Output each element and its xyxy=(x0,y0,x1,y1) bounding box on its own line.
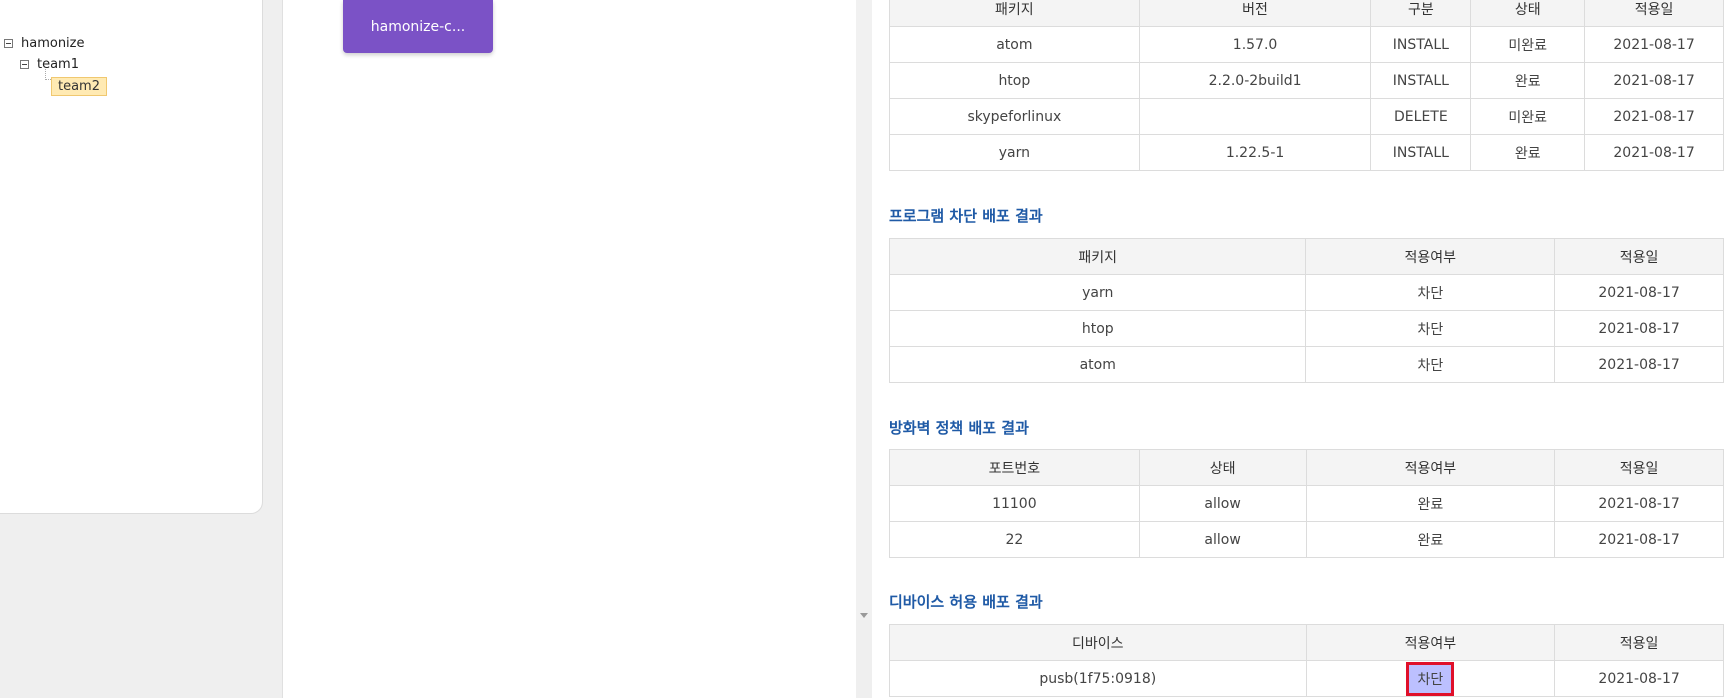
table-cell: allow xyxy=(1138,521,1307,558)
table-cell: atom xyxy=(889,26,1140,63)
column-header: 상태 xyxy=(1138,449,1307,486)
table-cell: 미완료 xyxy=(1470,98,1586,135)
table-cell: yarn xyxy=(889,134,1140,171)
column-header: 버전 xyxy=(1138,0,1372,27)
column-header: 상태 xyxy=(1470,0,1586,27)
table-cell: 22 xyxy=(889,521,1140,558)
table-cell: 차단 xyxy=(1305,660,1556,697)
table-cell: skypeforlinux xyxy=(889,98,1140,135)
table-row: pusb(1f75:0918) 차단 2021-08-17 xyxy=(889,660,1724,697)
tree-node-label[interactable]: team1 xyxy=(37,57,79,72)
pc-card-label: hamonize-c... xyxy=(370,18,466,35)
table-header-row: 디바이스 적용여부 적용일 xyxy=(889,624,1724,661)
table-cell: 2021-08-17 xyxy=(1554,660,1724,697)
column-header: 적용여부 xyxy=(1305,624,1556,661)
table-cell: 2021-08-17 xyxy=(1554,485,1724,522)
table-cell: 2021-08-17 xyxy=(1554,274,1724,311)
table-cell: 미완료 xyxy=(1470,26,1586,63)
column-header: 포트번호 xyxy=(889,449,1140,486)
column-header: 적용일 xyxy=(1554,238,1724,275)
table-cell: 11100 xyxy=(889,485,1140,522)
table-cell: DELETE xyxy=(1370,98,1472,135)
tree-node-hamonize[interactable]: hamonize xyxy=(4,36,85,51)
block-result-table: 패키지 적용여부 적용일 yarn 차단 2021-08-17 htop 차단 2021-08… xyxy=(888,238,1724,383)
collapse-icon[interactable] xyxy=(20,60,29,69)
table-header-row: 포트번호 상태 적용여부 적용일 xyxy=(889,449,1724,486)
device-result-table: 디바이스 적용여부 적용일 pusb(1f75:0918) 차단 2021-08-17 xyxy=(889,624,1724,697)
tree-node-team2[interactable]: team2 xyxy=(51,77,107,96)
column-header: 디바이스 xyxy=(889,624,1307,661)
table-cell: pusb(1f75:0918) xyxy=(889,660,1307,697)
table-cell: INSTALL xyxy=(1370,26,1472,63)
table-row: yarn 차단 2021-08-17 xyxy=(888,274,1724,311)
tree-node-label[interactable]: hamonize xyxy=(21,36,85,51)
section-title-firewall: 방화벽 정책 배포 결과 xyxy=(889,419,1029,437)
column-header: 패키지 xyxy=(888,238,1307,275)
column-header: 적용일 xyxy=(1554,449,1724,486)
pc-list-panel xyxy=(282,0,856,698)
table-row: skypeforlinux DELETE 미완료 2021-08-17 xyxy=(889,98,1724,135)
column-header: 적용일 xyxy=(1554,624,1724,661)
table-cell: 2021-08-17 xyxy=(1584,134,1724,171)
table-row: 11100 allow 완료 2021-08-17 xyxy=(889,485,1724,522)
table-cell: atom xyxy=(888,346,1307,383)
column-header: 적용여부 xyxy=(1305,238,1556,275)
table-row: atom 1.57.0 INSTALL 미완료 2021-08-17 xyxy=(889,26,1724,63)
table-header-row: 패키지 버전 구분 상태 적용일 xyxy=(889,0,1724,27)
highlighted-status-value: 차단 xyxy=(1406,661,1455,696)
table-cell: 완료 xyxy=(1470,62,1586,99)
column-header: 적용일 xyxy=(1584,0,1724,27)
selected-tree-node-label[interactable]: team2 xyxy=(51,77,107,96)
table-cell: INSTALL xyxy=(1370,134,1472,171)
table-row: atom 차단 2021-08-17 xyxy=(888,346,1724,383)
table-cell: 차단 xyxy=(1305,310,1556,347)
table-cell xyxy=(1138,98,1372,135)
collapse-icon[interactable] xyxy=(4,39,13,48)
table-cell: 차단 xyxy=(1305,274,1556,311)
table-cell: 2021-08-17 xyxy=(1584,98,1724,135)
firewall-result-table: 포트번호 상태 적용여부 적용일 11100 allow 완료 2021-08-17 22 al… xyxy=(889,449,1724,558)
table-cell: allow xyxy=(1138,485,1307,522)
column-header: 적용여부 xyxy=(1305,449,1556,486)
table-cell: 완료 xyxy=(1470,134,1586,171)
table-cell: 2021-08-17 xyxy=(1554,310,1724,347)
package-result-table: 패키지 버전 구분 상태 적용일 atom 1.57.0 INSTALL 미완료 2021-08… xyxy=(889,0,1724,171)
table-cell: yarn xyxy=(888,274,1307,311)
table-cell: 2.2.0-2build1 xyxy=(1138,62,1372,99)
table-cell: 2021-08-17 xyxy=(1554,521,1724,558)
table-row: yarn 1.22.5-1 INSTALL 완료 2021-08-17 xyxy=(889,134,1724,171)
table-cell: 완료 xyxy=(1305,485,1556,522)
column-header: 구분 xyxy=(1370,0,1472,27)
section-title-block: 프로그램 차단 배포 결과 xyxy=(889,207,1043,225)
table-cell: 1.57.0 xyxy=(1138,26,1372,63)
table-cell: 완료 xyxy=(1305,521,1556,558)
table-header-row: 패키지 적용여부 적용일 xyxy=(888,238,1724,275)
table-row: 22 allow 완료 2021-08-17 xyxy=(889,521,1724,558)
table-cell: 차단 xyxy=(1305,346,1556,383)
result-panel: 패키지 버전 구분 상태 적용일 atom 1.57.0 INSTALL 미완료 2021-08… xyxy=(872,0,1725,698)
column-header: 패키지 xyxy=(889,0,1140,27)
scroll-down-icon[interactable] xyxy=(860,613,868,618)
table-cell: 2021-08-17 xyxy=(1554,346,1724,383)
table-cell: htop xyxy=(889,62,1140,99)
org-tree-panel: hamonize team1 team2 xyxy=(0,0,263,514)
table-cell: 1.22.5-1 xyxy=(1138,134,1372,171)
table-row: htop 차단 2021-08-17 xyxy=(888,310,1724,347)
section-title-device: 디바이스 허용 배포 결과 xyxy=(889,593,1043,611)
scrollbar[interactable] xyxy=(856,0,872,620)
pc-card[interactable]: hamonize-c... xyxy=(343,0,493,53)
table-cell: 2021-08-17 xyxy=(1584,62,1724,99)
table-cell: htop xyxy=(888,310,1307,347)
table-cell: INSTALL xyxy=(1370,62,1472,99)
table-cell: 2021-08-17 xyxy=(1584,26,1724,63)
table-row: htop 2.2.0-2build1 INSTALL 완료 2021-08-17 xyxy=(889,62,1724,99)
